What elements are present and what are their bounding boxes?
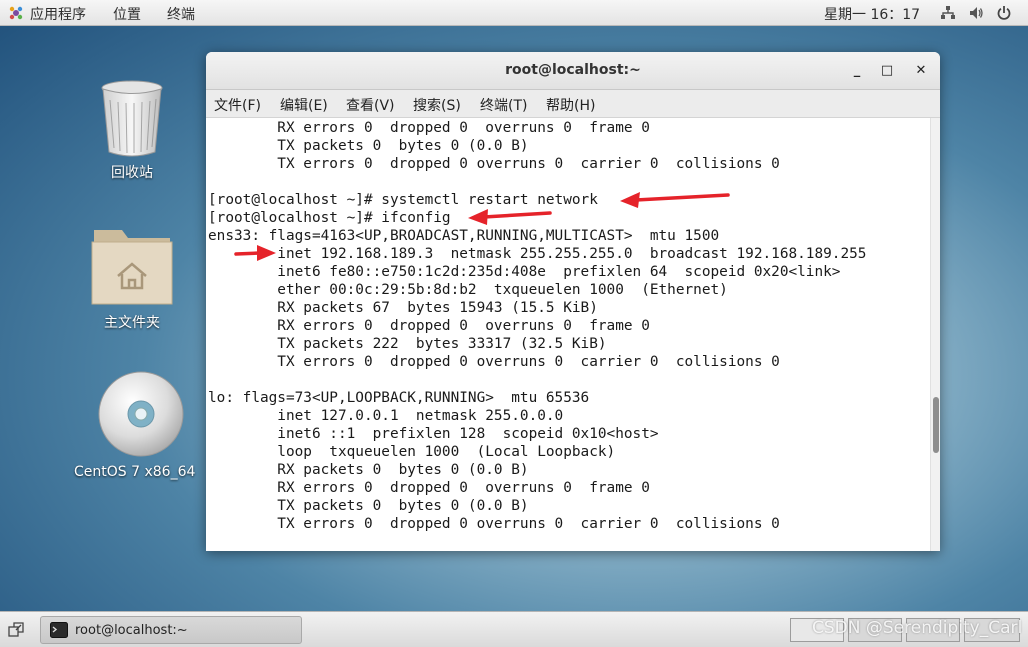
terminal-line: inet6 fe80::e750:1c2d:235d:408e prefixle… — [208, 264, 841, 280]
terminal-line: inet6 ::1 prefixlen 128 scopeid 0x10<hos… — [208, 426, 659, 442]
scrollbar-thumb[interactable] — [933, 397, 939, 453]
terminal-output[interactable]: RX errors 0 dropped 0 overruns 0 frame 0… — [206, 118, 930, 551]
volume-icon[interactable] — [968, 5, 984, 21]
close-button[interactable]: ✕ — [912, 62, 930, 80]
menu-bar: 文件(F) 编辑(E) 查看(V) 搜索(S) 终端(T) 帮助(H) — [206, 90, 940, 118]
desktop-disc[interactable]: CentOS 7 x86_64 — [74, 370, 196, 480]
disc-label: CentOS 7 x86_64 — [74, 464, 196, 480]
terminal-line: lo: flags=73<UP,LOOPBACK,RUNNING> mtu 65… — [208, 390, 590, 406]
menu-file[interactable]: 文件(F) — [214, 95, 261, 115]
places-menu[interactable]: 位置 — [113, 4, 141, 24]
terminal-line: inet 127.0.0.1 netmask 255.0.0.0 — [208, 408, 564, 424]
terminal-line: RX packets 0 bytes 0 (0.0 B) — [208, 462, 529, 478]
menu-help[interactable]: 帮助(H) — [546, 95, 595, 115]
terminal-window: root@localhost:~ _ □ ✕ 文件(F) 编辑(E) 查看(V)… — [206, 52, 940, 551]
minimize-button[interactable]: _ — [848, 62, 866, 80]
network-icon[interactable] — [940, 5, 956, 21]
window-titlebar[interactable]: root@localhost:~ _ □ ✕ — [206, 52, 940, 90]
terminal-line: RX errors 0 dropped 0 overruns 0 frame 0 — [208, 480, 650, 496]
watermark: CSDN @Serendipity_Carl — [812, 618, 1023, 638]
trash-icon — [101, 80, 163, 157]
top-panel: 应用程序 位置 终端 星期一 16：17 — [0, 0, 1028, 26]
terminal-line: TX packets 0 bytes 0 (0.0 B) — [208, 498, 529, 514]
terminal-line: RX errors 0 dropped 0 overruns 0 frame 0 — [208, 120, 650, 136]
terminal-line: TX packets 222 bytes 33317 (32.5 KiB) — [208, 336, 607, 352]
terminal-line: inet 192.168.189.3 netmask 255.255.255.0… — [208, 246, 867, 262]
terminal-line: ens33: flags=4163<UP,BROADCAST,RUNNING,M… — [208, 228, 720, 244]
taskbar-terminal-button[interactable]: root@localhost:~ — [40, 616, 302, 644]
maximize-button[interactable]: □ — [878, 62, 896, 80]
terminal-line: TX errors 0 dropped 0 overruns 0 carrier… — [208, 354, 780, 370]
terminal-app-icon — [50, 622, 68, 638]
menu-edit[interactable]: 编辑(E) — [280, 95, 328, 115]
disc-icon — [98, 371, 183, 457]
terminal-line: [root@localhost ~]# systemctl restart ne… — [208, 192, 598, 208]
terminal-line: TX errors 0 dropped 0 overruns 0 carrier… — [208, 516, 780, 532]
show-desktop-icon[interactable] — [8, 622, 24, 638]
taskbar-terminal-label: root@localhost:~ — [75, 623, 188, 638]
clock[interactable]: 星期一 16：17 — [824, 4, 920, 24]
home-folder-icon — [91, 230, 173, 305]
terminal-line: TX packets 0 bytes 0 (0.0 B) — [208, 138, 529, 154]
home-folder-label: 主文件夹 — [104, 315, 160, 331]
terminal-menu[interactable]: 终端 — [167, 4, 195, 24]
terminal-line: TX errors 0 dropped 0 overruns 0 carrier… — [208, 156, 780, 172]
terminal-line: RX errors 0 dropped 0 overruns 0 frame 0 — [208, 318, 650, 334]
menu-view[interactable]: 查看(V) — [346, 95, 395, 115]
applications-menu-icon[interactable] — [9, 6, 23, 20]
terminal-line: RX packets 67 bytes 15943 (15.5 KiB) — [208, 300, 598, 316]
terminal-scrollbar[interactable] — [930, 118, 940, 551]
menu-search[interactable]: 搜索(S) — [413, 95, 461, 115]
desktop-home-folder[interactable]: 主文件夹 — [88, 222, 176, 332]
terminal-line: ether 00:0c:29:5b:8d:b2 txqueuelen 1000 … — [208, 282, 728, 298]
terminal-line: [root@localhost ~]# ifconfig — [208, 210, 451, 226]
applications-menu[interactable]: 应用程序 — [30, 4, 86, 24]
desktop-trash[interactable]: 回收站 — [92, 78, 172, 182]
menu-terminal[interactable]: 终端(T) — [480, 95, 527, 115]
trash-label: 回收站 — [111, 165, 153, 181]
power-icon[interactable] — [996, 5, 1012, 21]
window-title: root@localhost:~ — [505, 62, 641, 78]
terminal-line: loop txqueuelen 1000 (Local Loopback) — [208, 444, 616, 460]
